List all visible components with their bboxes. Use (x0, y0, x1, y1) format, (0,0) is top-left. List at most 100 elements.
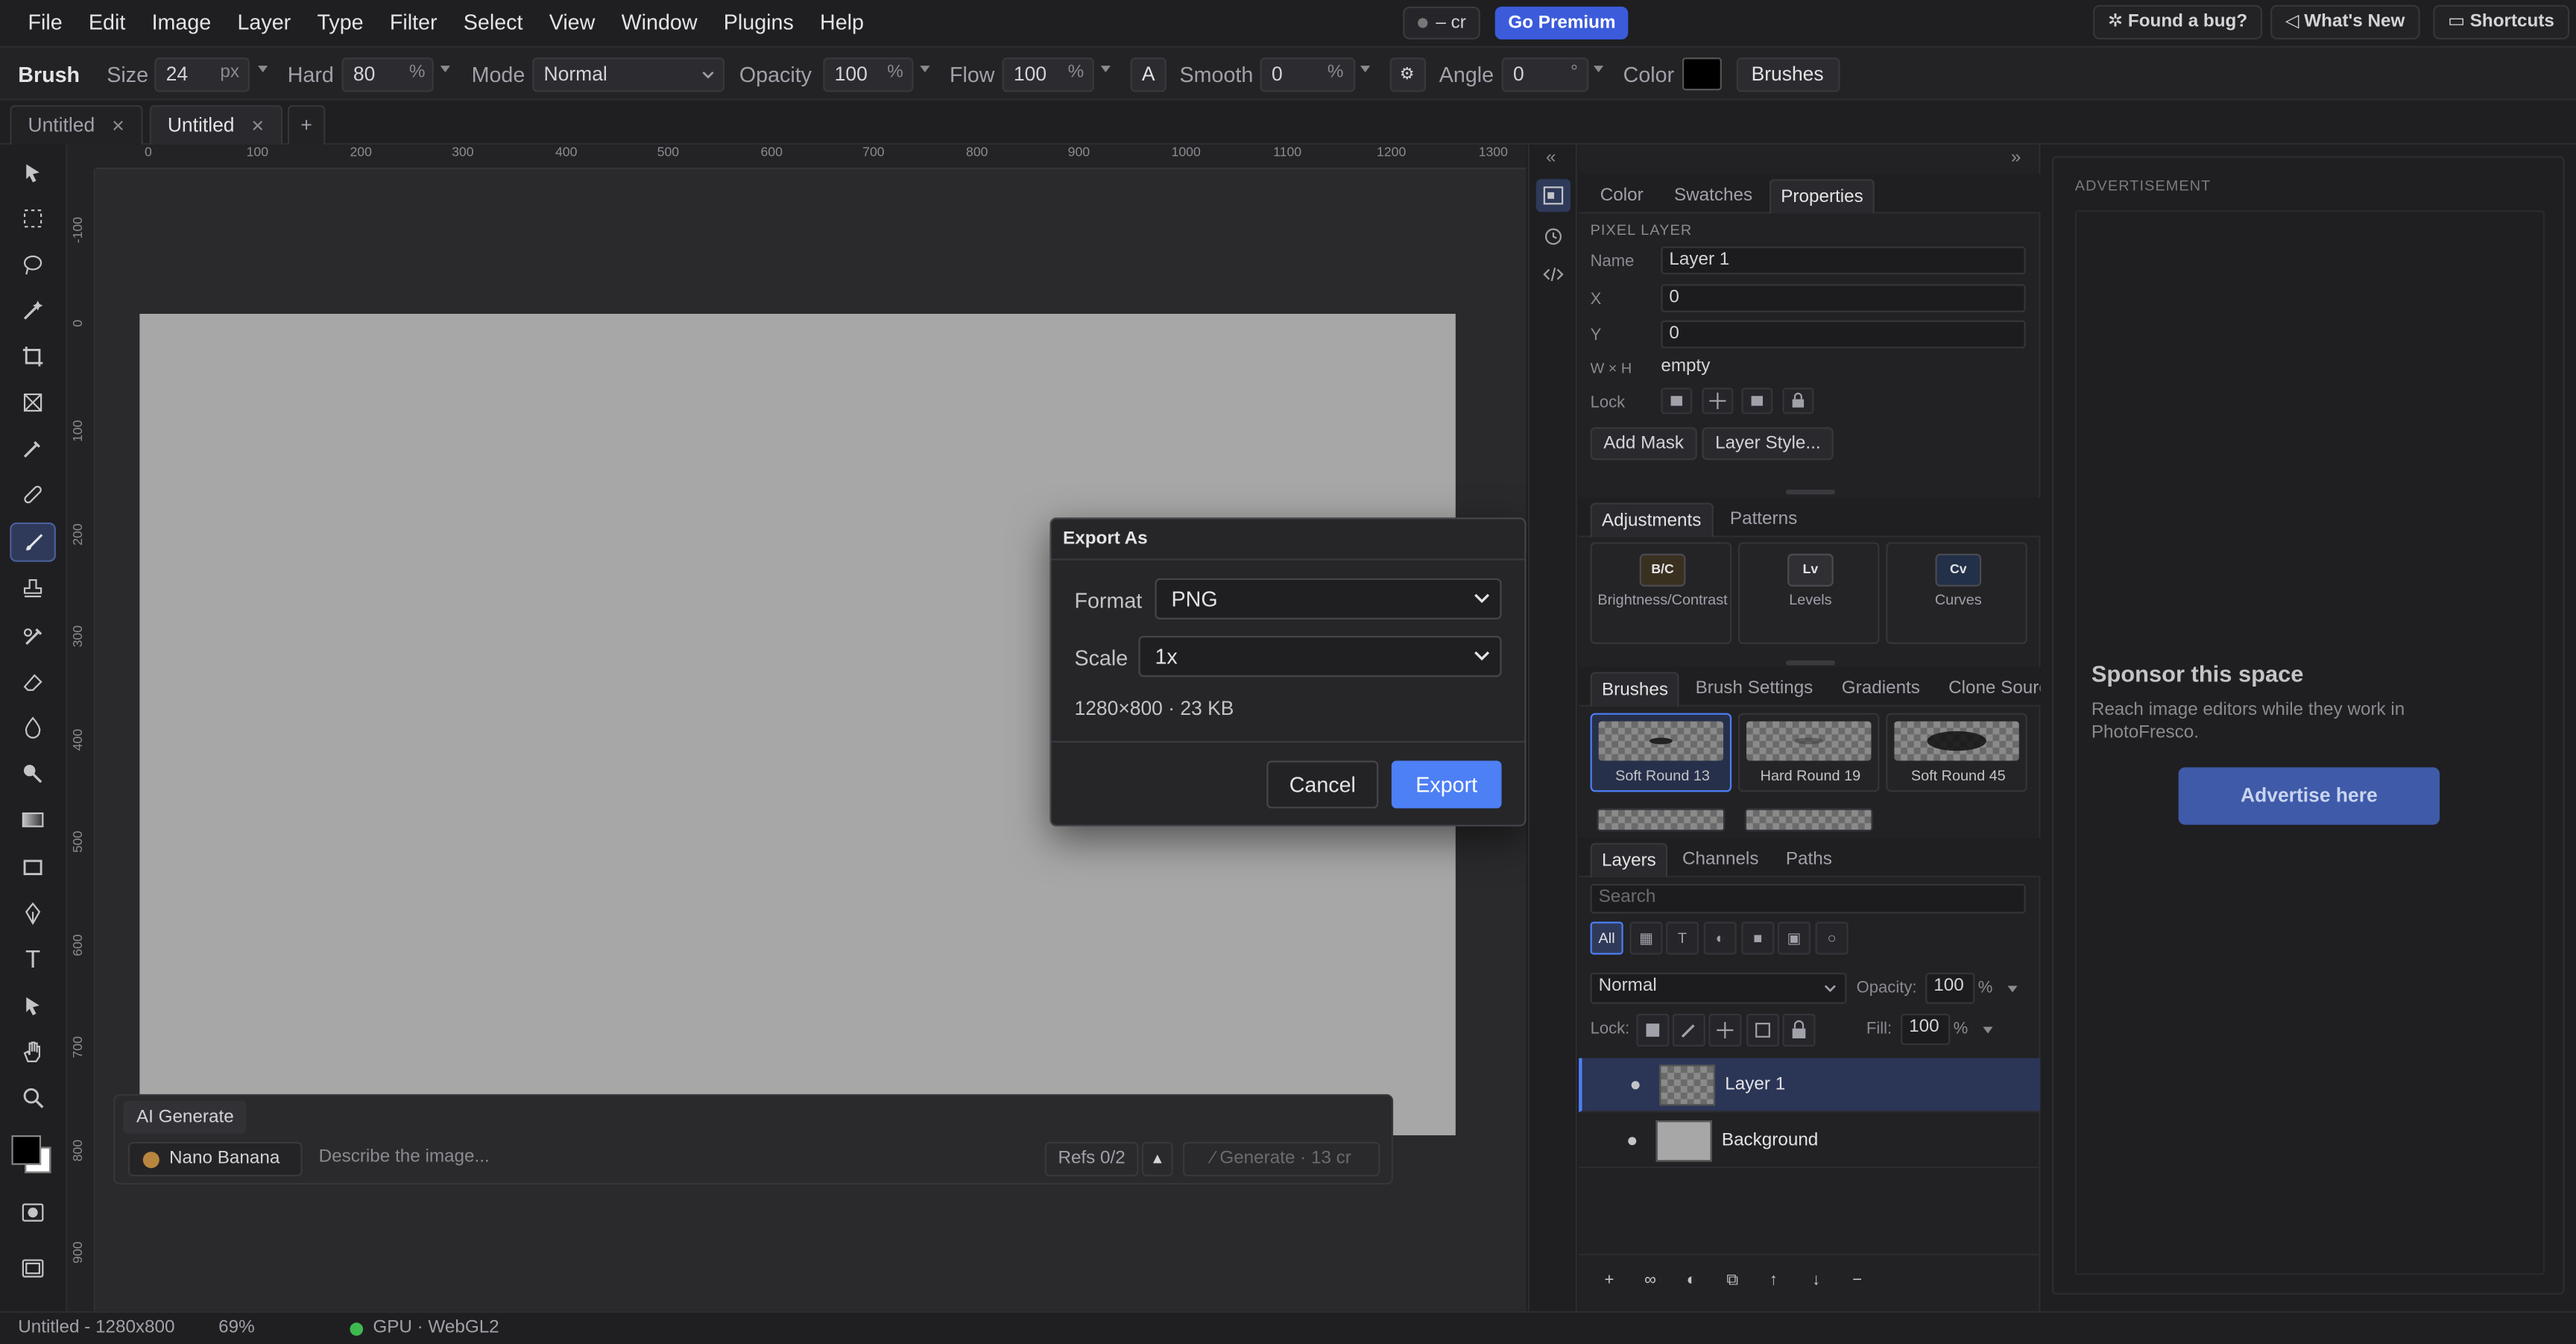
layer-style-button[interactable]: Layer Style... (1702, 427, 1834, 461)
tab-gradients[interactable]: Gradients (1832, 672, 1931, 706)
link-layers-icon[interactable]: ∞ (1635, 1266, 1666, 1294)
brush-preset-partial[interactable] (1744, 808, 1873, 832)
eyedropper-tool[interactable] (10, 429, 56, 468)
status-zoom[interactable]: 69% (218, 1318, 255, 1337)
blend-mode-select[interactable]: Normal (1590, 972, 1847, 1004)
zoom-tool[interactable] (10, 1078, 56, 1117)
found-bug-button[interactable]: ✲ Found a bug? (2093, 4, 2263, 40)
dodge-tool[interactable] (10, 754, 56, 794)
scale-select[interactable]: 1x (1138, 635, 1502, 678)
marquee-tool[interactable] (10, 199, 56, 239)
collapse-left-icon[interactable]: « (1546, 148, 1556, 167)
brush-preset[interactable]: Soft Round 45 (1886, 713, 2027, 792)
tab-brushes[interactable]: Brushes (1590, 672, 1680, 707)
go-premium-button[interactable]: Go Premium (1494, 6, 1629, 40)
adjustment-layer-icon[interactable]: ◐ (1676, 1266, 1707, 1294)
visibility-eye-icon[interactable] (1628, 1137, 1637, 1146)
filter-shape[interactable]: ■ (1741, 921, 1775, 955)
adjustment-curves[interactable]: Cv Curves (1886, 542, 2027, 645)
ai-generate-tab[interactable]: AI Generate (123, 1100, 247, 1134)
brush-color-swatch[interactable] (1682, 57, 1722, 91)
collapse-right-icon[interactable]: » (2011, 148, 2021, 167)
lock-artboard-button[interactable] (1741, 388, 1773, 414)
refs-button[interactable]: Refs 0/2 (1044, 1141, 1139, 1177)
x-field[interactable]: 0 (1661, 284, 2026, 312)
menu-type[interactable]: Type (304, 0, 376, 46)
stamp-tool[interactable] (10, 570, 56, 610)
properties-panel-toggle[interactable] (1535, 179, 1571, 212)
cancel-button[interactable]: Cancel (1266, 760, 1379, 809)
opacity-dropdown-icon[interactable] (920, 66, 930, 72)
new-tab-button[interactable]: + (287, 105, 326, 145)
lasso-tool[interactable] (10, 244, 56, 284)
code-panel-toggle[interactable] (1536, 258, 1570, 291)
close-icon[interactable]: ✕ (111, 119, 124, 136)
close-icon[interactable]: ✕ (251, 119, 265, 136)
filter-text[interactable]: T (1665, 921, 1699, 955)
shape-tool[interactable] (10, 848, 56, 887)
menu-select[interactable]: Select (450, 0, 536, 46)
lock-position-button[interactable] (1702, 388, 1734, 414)
lock-brush-button[interactable] (1672, 1013, 1705, 1047)
add-mask-button[interactable]: Add Mask (1590, 427, 1697, 461)
tab-patterns[interactable]: Patterns (1720, 502, 1808, 537)
flow-dropdown-icon[interactable] (1100, 66, 1111, 72)
move-tool[interactable] (10, 153, 56, 192)
delete-layer-icon[interactable]: − (1842, 1266, 1873, 1294)
filter-group[interactable]: ○ (1815, 921, 1849, 955)
tab-brush-settings[interactable]: Brush Settings (1685, 672, 1822, 706)
menu-view[interactable]: View (536, 0, 608, 46)
tab-swatches[interactable]: Swatches (1664, 179, 1763, 213)
export-button[interactable]: Export (1391, 760, 1502, 809)
menu-window[interactable]: Window (608, 0, 710, 46)
layer-row-background[interactable]: Background (1579, 1114, 2041, 1169)
pen-tool[interactable] (10, 894, 56, 933)
adjustment-brightness-contrast[interactable]: B/C Brightness/Contrast (1590, 542, 1732, 645)
menu-edit[interactable]: Edit (75, 0, 139, 46)
format-select[interactable]: PNG (1155, 578, 1502, 619)
move-up-icon[interactable]: ↑ (1758, 1266, 1789, 1294)
menu-file[interactable]: File (15, 0, 75, 46)
brush-tool[interactable] (10, 522, 56, 562)
screen-mode-toggle[interactable] (10, 1249, 56, 1288)
brush-preset-partial[interactable] (1597, 808, 1726, 832)
gradient-tool[interactable] (10, 800, 56, 839)
adjustment-levels[interactable]: Lv Levels (1737, 542, 1880, 645)
airbrush-toggle[interactable]: A (1130, 57, 1167, 92)
whats-new-button[interactable]: ◁ What's New (2270, 4, 2420, 40)
size-dropdown-icon[interactable] (258, 66, 268, 72)
crop-tool[interactable] (10, 337, 56, 376)
menu-layer[interactable]: Layer (224, 0, 304, 46)
model-select[interactable]: Nano Banana (127, 1141, 303, 1177)
lock-all-button[interactable] (1782, 1013, 1816, 1047)
fill-input[interactable]: 100 (1901, 1013, 1951, 1045)
tab-channels[interactable]: Channels (1673, 843, 1769, 877)
smooth-dropdown-icon[interactable] (1360, 66, 1371, 72)
foreground-color-swatch[interactable] (11, 1135, 42, 1165)
tab-clone-source[interactable]: Clone Source (1939, 672, 2040, 706)
new-layer-icon[interactable]: + (1594, 1266, 1625, 1294)
path-select-tool[interactable] (10, 985, 56, 1025)
menu-help[interactable]: Help (806, 0, 877, 46)
healing-tool[interactable] (10, 475, 56, 514)
brush-preset[interactable]: Soft Round 13 (1590, 713, 1732, 792)
lock-pixels-button[interactable] (1661, 388, 1693, 414)
credits-badge[interactable]: – cr (1403, 6, 1481, 40)
visibility-eye-icon[interactable] (1631, 1081, 1640, 1090)
fill-dropdown-icon[interactable] (1983, 1026, 1993, 1034)
panel-resize-handle[interactable] (1785, 489, 1835, 495)
brushes-button[interactable]: Brushes (1736, 57, 1840, 92)
layer-search-input[interactable]: Search (1590, 883, 2026, 914)
y-field[interactable]: 0 (1661, 320, 2026, 349)
history-panel-toggle[interactable] (1536, 220, 1570, 253)
lock-transparent-button[interactable] (1636, 1013, 1670, 1047)
menu-image[interactable]: Image (139, 0, 224, 46)
eraser-tool[interactable] (10, 662, 56, 701)
type-tool[interactable]: T (10, 940, 56, 979)
history-brush-tool[interactable] (10, 616, 56, 656)
hand-tool[interactable] (10, 1032, 56, 1071)
tab-layers[interactable]: Layers (1590, 842, 1668, 877)
angle-dropdown-icon[interactable] (1593, 66, 1604, 72)
lock-artboard-button[interactable] (1746, 1013, 1780, 1047)
lock-all-button[interactable] (1782, 388, 1814, 414)
